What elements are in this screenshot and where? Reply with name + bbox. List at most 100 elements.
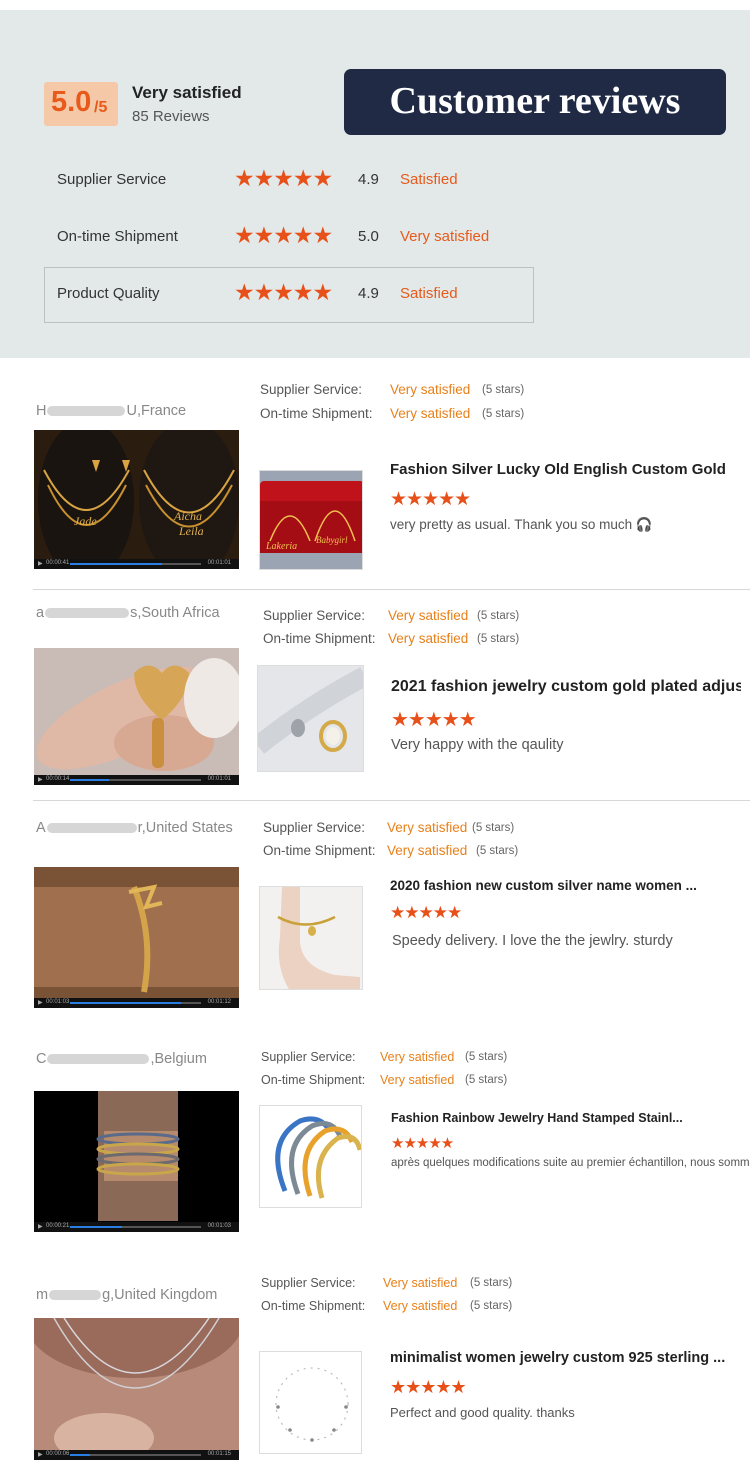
rating-score: 5.0 <box>358 228 379 245</box>
svg-text:Lakeria: Lakeria <box>265 541 297 552</box>
review-video-player[interactable]: ▶ 00:00:21 00:01:03 <box>34 1091 239 1232</box>
necklace-video-frame: Jade Aicha Leila <box>34 430 239 569</box>
video-progress-bar[interactable]: ▶ 00:00:21 00:01:03 <box>34 1222 239 1232</box>
customer-reviews-banner: Customer reviews <box>344 69 726 135</box>
play-icon[interactable]: ▶ <box>38 560 43 567</box>
heart-ring-video-frame <box>34 648 239 785</box>
reviewer-name: a s,South Africa <box>36 605 220 621</box>
review-comment: Speedy delivery. I love the the jewlry. … <box>392 933 673 949</box>
red-box-necklace-image: Lakeria Babygirl <box>260 471 362 569</box>
product-title-link[interactable]: 2020 fashion new custom silver name wome… <box>390 878 730 893</box>
product-thumbnail[interactable] <box>259 1105 362 1208</box>
name-mask <box>45 608 130 619</box>
overall-score-max: /5 <box>94 99 108 116</box>
play-icon[interactable]: ▶ <box>38 1223 43 1230</box>
rating-status: Very satisfied <box>400 228 490 245</box>
product-thumbnail[interactable]: Lakeria Babygirl <box>259 470 363 570</box>
rating-row-product-quality[interactable]: Product Quality ★★★★★ 4.9 Satisfied <box>44 267 534 323</box>
rating-label: Supplier Service <box>57 171 167 188</box>
rating-status: Satisfied <box>400 171 458 188</box>
rating-summary-panel: 5.0 /5 Very satisfied 85 Reviews Custome… <box>0 10 750 358</box>
review-video-player[interactable]: ▶ 00:00:14 00:01:01 <box>34 648 239 785</box>
overall-satisfaction-label: Very satisfied <box>132 83 242 102</box>
layered-necklace-video-frame <box>34 1318 239 1460</box>
rating-row-on-time-shipment: On-time Shipment ★★★★★ 5.0 Very satisfie… <box>44 210 534 266</box>
review-video-player[interactable]: Jade Aicha Leila ▶ 00:00:41 00:01:01 <box>34 430 239 569</box>
name-mask <box>46 823 137 834</box>
product-thumbnail[interactable] <box>259 886 363 990</box>
rating-score: 4.9 <box>358 285 379 302</box>
video-progress-fill <box>70 1226 123 1228</box>
rating-score: 4.9 <box>358 171 379 188</box>
bangle-stack-video-frame <box>34 1091 239 1232</box>
supplier-service-rating: Supplier Service: Very satisfied (5 star… <box>261 1050 508 1064</box>
rating-label: On-time Shipment <box>57 228 178 245</box>
overall-score-badge: 5.0 /5 <box>44 82 118 126</box>
review-video-player[interactable]: ▶ 00:01:03 00:01:12 <box>34 867 239 1008</box>
product-thumbnail[interactable] <box>257 665 364 772</box>
reviewer-name: C ,Belgium <box>36 1051 207 1067</box>
svg-text:Babygirl: Babygirl <box>316 535 348 545</box>
review-count: 85 Reviews <box>132 108 210 125</box>
silver-necklace-image <box>260 1352 361 1453</box>
name-mask <box>47 1054 150 1065</box>
shipment-rating: On-time Shipment: Very satisfied (5 star… <box>260 406 525 421</box>
gold-ring-image <box>258 666 363 771</box>
svg-text:Jade: Jade <box>74 514 97 528</box>
star-rating-icon: ★★★★★ <box>391 709 477 731</box>
svg-text:Aicha: Aicha <box>173 509 202 523</box>
review-comment: après quelques modifications suite au pr… <box>391 1157 750 1169</box>
supplier-service-rating: Supplier Service: Very satisfied (5 star… <box>261 1276 513 1290</box>
review-card: m g,United Kingdom Supplier Service: Very… <box>0 1261 750 1468</box>
name-mask <box>49 1290 102 1301</box>
video-progress-fill <box>70 779 110 781</box>
review-comment: very pretty as usual. Thank you so much … <box>390 517 653 532</box>
video-progress-bar[interactable]: ▶ 00:00:14 00:01:01 <box>34 775 239 785</box>
star-rating-icon: ★★★★★ <box>390 903 462 922</box>
play-icon[interactable]: ▶ <box>38 776 43 783</box>
anklet-image <box>260 887 362 989</box>
star-rating-icon: ★★★★★ <box>391 1135 454 1152</box>
product-thumbnail[interactable] <box>259 1351 362 1454</box>
product-title-link[interactable]: minimalist women jewelry custom 925 ster… <box>390 1350 730 1366</box>
play-icon[interactable]: ▶ <box>38 1451 43 1458</box>
product-title-link[interactable]: Fashion Rainbow Jewelry Hand Stamped Sta… <box>391 1111 731 1125</box>
video-progress-fill <box>70 563 162 565</box>
name-bracelet-video-frame <box>34 867 239 1008</box>
review-card: C ,Belgium Supplier Service: Very satisfi… <box>0 1031 750 1261</box>
star-rating-icon: ★★★★★ <box>390 1377 467 1397</box>
reviewer-name: m g,United Kingdom <box>36 1287 218 1303</box>
review-comment: Very happy with the qaulity <box>391 737 564 753</box>
review-video-player[interactable]: ▶ 00:00:06 00:01:15 <box>34 1318 239 1460</box>
video-progress-bar[interactable]: ▶ 00:01:03 00:01:12 <box>34 998 239 1008</box>
star-rating-icon: ★★★★★ <box>390 489 471 510</box>
video-progress-fill <box>70 1002 182 1004</box>
play-icon[interactable]: ▶ <box>38 999 43 1006</box>
name-mask <box>47 406 126 417</box>
reviewer-name: Ar,United States <box>36 820 233 836</box>
rating-label: Product Quality <box>57 285 160 302</box>
supplier-service-rating: Supplier Service: Very satisfied (5 star… <box>263 608 520 623</box>
star-rating-icon: ★★★★★ <box>234 279 333 305</box>
overall-score: 5.0 <box>51 86 92 118</box>
shipment-rating: On-time Shipment: Very satisfied (5 star… <box>263 843 519 858</box>
reviewer-name: H U,France <box>36 403 187 419</box>
product-title-link[interactable]: 2021 fashion jewelry custom gold plated … <box>391 678 741 696</box>
shipment-rating: On-time Shipment: Very satisfied (5 star… <box>261 1073 508 1087</box>
review-card: a s,South Africa Supplier Service: Very s… <box>0 590 750 800</box>
review-card: H U,France Supplier Service: Very satisfi… <box>0 368 750 590</box>
product-title-link[interactable]: Fashion Silver Lucky Old English Custom … <box>390 461 730 478</box>
shipment-rating: On-time Shipment: Very satisfied (5 star… <box>261 1299 513 1313</box>
star-rating-icon: ★★★★★ <box>234 222 333 248</box>
star-rating-icon: ★★★★★ <box>234 165 333 191</box>
video-progress-fill <box>70 1454 90 1456</box>
video-progress-bar[interactable]: ▶ 00:00:41 00:01:01 <box>34 559 239 569</box>
shipment-rating: On-time Shipment: Very satisfied (5 star… <box>263 631 520 646</box>
review-card: Ar,United States Supplier Service: Very … <box>0 801 750 1031</box>
review-comment: Perfect and good quality. thanks <box>390 1405 575 1420</box>
rating-row-supplier-service: Supplier Service ★★★★★ 4.9 Satisfied <box>44 153 534 209</box>
video-progress-bar[interactable]: ▶ 00:00:06 00:01:15 <box>34 1450 239 1460</box>
rainbow-bangles-image <box>260 1106 361 1207</box>
banner-title: Customer reviews <box>389 80 681 122</box>
rating-status: Satisfied <box>400 285 458 302</box>
